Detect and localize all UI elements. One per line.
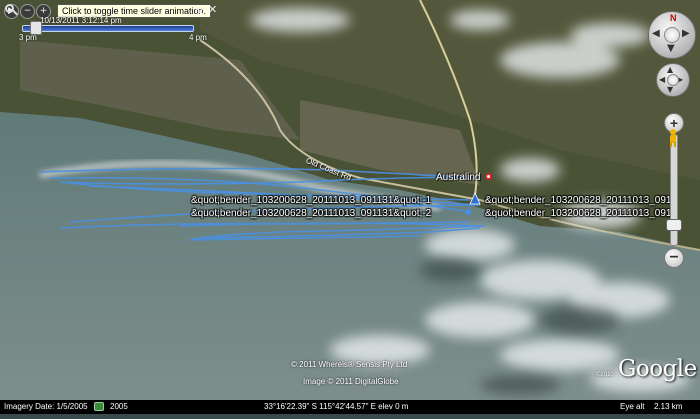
move-down-icon[interactable]: ▼ bbox=[667, 85, 673, 95]
look-down-icon[interactable]: ▼ bbox=[667, 44, 675, 54]
imagery-date: Imagery Date: 1/5/2005 bbox=[4, 402, 88, 411]
move-center[interactable] bbox=[667, 74, 679, 86]
position-arrow bbox=[469, 192, 481, 205]
eye-alt-label: Eye alt bbox=[620, 402, 645, 411]
copyright-whereis: © 2011 Whereis® Sensis Pty Ltd bbox=[291, 360, 408, 369]
compass-center[interactable] bbox=[664, 27, 680, 43]
zoom-out-time-icon[interactable]: − bbox=[20, 4, 35, 19]
eye-alt-value: 2.13 km bbox=[654, 402, 683, 411]
time-slider-start: 3 pm bbox=[19, 33, 37, 42]
pointer-coordinates: 33°16'22.39" S 115°42'44.57" E elev 0 m bbox=[264, 402, 409, 411]
track-label-4[interactable]: &quot;bender_103200628_20111013_091 bbox=[485, 208, 671, 219]
map-view[interactable]: Australind Old Coast Rd &quot;bender_103… bbox=[0, 0, 700, 414]
look-left-icon[interactable]: ◀ bbox=[652, 29, 660, 39]
imagery-year-badge[interactable]: 2005 bbox=[110, 402, 128, 411]
place-label[interactable]: Australind bbox=[436, 172, 480, 183]
move-left-icon[interactable]: ◀ bbox=[659, 75, 665, 85]
track-point bbox=[465, 209, 471, 215]
north-indicator[interactable]: N bbox=[670, 13, 677, 23]
google-logo: Google bbox=[618, 356, 697, 382]
gps-track bbox=[39, 167, 486, 241]
street-view-pegman-icon[interactable] bbox=[666, 128, 680, 148]
zoom-out-button[interactable]: − bbox=[664, 248, 684, 268]
zoom-slider-thumb[interactable] bbox=[666, 219, 682, 231]
look-right-icon[interactable]: ▶ bbox=[682, 29, 690, 39]
time-slider-datetime: 10/13/2011 3:12:14 pm bbox=[40, 16, 122, 25]
copyright-digitalglobe: Image © 2011 DigitalGlobe bbox=[303, 377, 399, 386]
placemark-pin-icon[interactable] bbox=[485, 173, 492, 180]
time-slider-track[interactable] bbox=[22, 25, 194, 32]
wrench-icon[interactable]: ⚒ bbox=[195, 5, 205, 18]
close-icon[interactable]: ✕ bbox=[208, 3, 217, 16]
time-slider-end: 4 pm bbox=[189, 33, 207, 42]
google-logo-year: ©2010 bbox=[596, 372, 614, 378]
track-label-1[interactable]: &quot;bender_103200628_20111013_091131&q… bbox=[191, 195, 431, 206]
status-bar: Imagery Date: 1/5/2005 2005 33°16'22.39"… bbox=[0, 400, 700, 414]
historical-imagery-icon[interactable] bbox=[94, 402, 104, 411]
time-slider[interactable]: ▶ − + Click to toggle time slider animat… bbox=[0, 0, 217, 44]
track-label-2[interactable]: &quot;bender_103200628_20111013_091131&q… bbox=[191, 208, 431, 219]
track-label-3[interactable]: &quot;bender_103200628_20111013_0911 bbox=[485, 195, 676, 206]
